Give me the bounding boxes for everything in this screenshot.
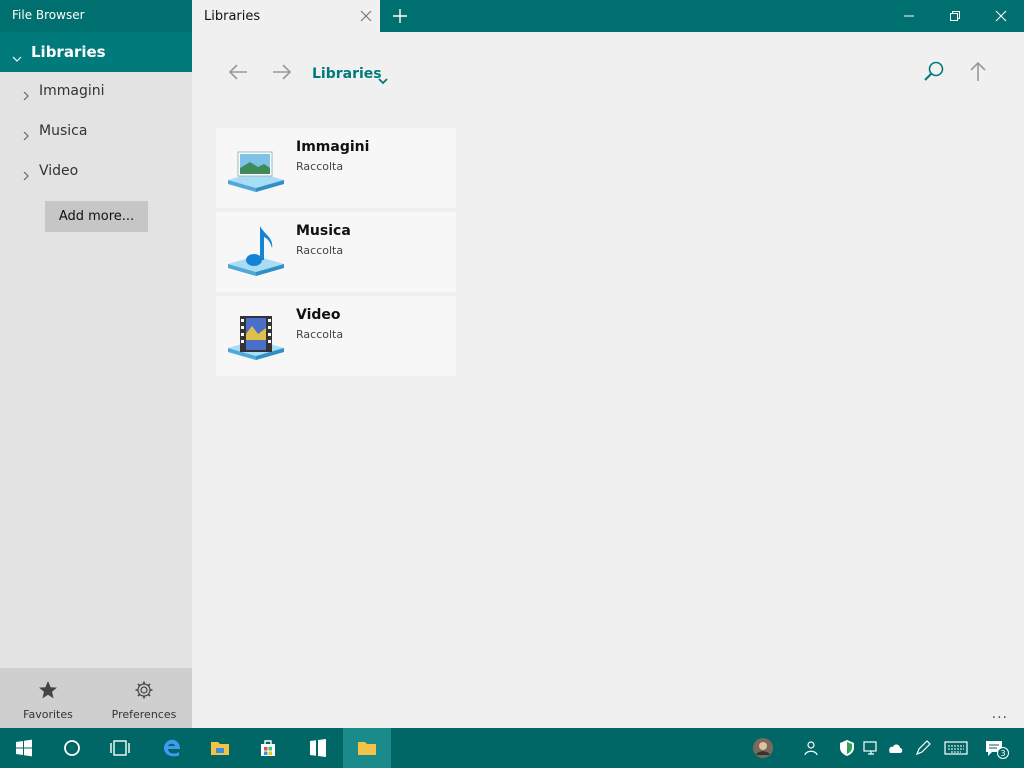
start-button[interactable] — [0, 728, 48, 768]
sidebar-item-immagini[interactable]: Immagini — [0, 72, 192, 112]
forward-button[interactable] — [270, 60, 294, 84]
sidebar-item-label: Musica — [39, 123, 88, 139]
library-type: Raccolta — [296, 328, 344, 341]
sidebar-item-musica[interactable]: Musica — [0, 112, 192, 152]
preferences-button[interactable]: Preferences — [96, 668, 192, 728]
gear-icon — [135, 681, 153, 699]
notification-count: 3 — [1000, 749, 1005, 758]
sidebar-item-libraries[interactable]: Libraries — [0, 32, 192, 72]
folder-icon — [358, 742, 376, 755]
user-avatar-icon — [753, 738, 773, 758]
sidebar-bottom-bar: Favorites Preferences — [0, 668, 192, 728]
title-bar: File Browser Libraries — [0, 0, 1024, 32]
video-icon — [226, 308, 286, 368]
arrow-up-icon — [970, 61, 986, 81]
library-name: Video — [296, 307, 341, 323]
circle-icon — [64, 740, 80, 756]
security-tray-button[interactable] — [834, 728, 860, 768]
close-tab-icon[interactable] — [358, 8, 374, 24]
up-button[interactable] — [966, 60, 990, 84]
edge-icon — [164, 739, 180, 757]
file-explorer-button[interactable] — [196, 728, 244, 768]
minimize-button[interactable] — [886, 0, 932, 32]
new-tab-button[interactable] — [390, 6, 410, 26]
onedrive-button[interactable] — [882, 728, 908, 768]
network-icon — [863, 741, 877, 755]
favorites-label: Favorites — [23, 708, 73, 721]
sidebar: Libraries Immagini Musica Video Add more… — [0, 32, 192, 728]
add-more-button[interactable]: Add more... — [45, 201, 148, 232]
library-type: Raccolta — [296, 244, 344, 257]
search-icon — [924, 61, 944, 81]
tiles-app-icon — [310, 739, 326, 757]
windows-icon — [16, 739, 32, 757]
restore-button[interactable] — [932, 0, 978, 32]
sidebar-item-label: Video — [39, 163, 79, 179]
taskbar: 3 — [0, 728, 1024, 768]
close-window-button[interactable] — [978, 0, 1024, 32]
cortana-button[interactable] — [48, 728, 96, 768]
app-title: File Browser — [12, 8, 85, 22]
file-browser-taskbar-button[interactable] — [343, 728, 391, 768]
chevron-down-icon[interactable] — [378, 70, 388, 89]
people-button[interactable] — [798, 728, 824, 768]
preferences-label: Preferences — [111, 708, 177, 721]
chevron-right-icon — [22, 86, 30, 105]
avatar[interactable] — [750, 728, 778, 768]
sidebar-item-label: Libraries — [31, 43, 106, 61]
sidebar-item-label: Immagini — [39, 83, 105, 99]
people-icon — [804, 741, 818, 756]
library-type: Raccolta — [296, 160, 344, 173]
arrow-right-icon — [273, 64, 292, 80]
library-content: Immagini Raccolta Musica Raccolta Video … — [192, 104, 1024, 728]
cloud-icon — [889, 744, 903, 753]
task-view-button[interactable] — [96, 728, 144, 768]
task-view-icon — [110, 740, 130, 756]
app-button[interactable] — [294, 728, 342, 768]
star-icon — [39, 681, 57, 699]
edge-button[interactable] — [148, 728, 196, 768]
more-options-button[interactable]: ... — [992, 706, 1008, 722]
library-card-musica[interactable]: Musica Raccolta — [216, 212, 456, 292]
chevron-down-icon — [12, 48, 22, 67]
library-card-video[interactable]: Video Raccolta — [216, 296, 456, 376]
shield-icon — [840, 740, 854, 756]
breadcrumb[interactable]: Libraries — [312, 66, 382, 82]
arrow-left-icon — [228, 64, 247, 80]
library-name: Musica — [296, 223, 351, 239]
chevron-right-icon — [22, 166, 30, 185]
keyboard-icon — [944, 741, 968, 755]
music-icon — [226, 224, 286, 284]
pen-icon — [915, 740, 931, 756]
folder-icon — [211, 742, 229, 755]
keyboard-button[interactable] — [940, 728, 970, 768]
pen-button[interactable] — [910, 728, 936, 768]
library-card-immagini[interactable]: Immagini Raccolta — [216, 128, 456, 208]
network-button[interactable] — [858, 728, 884, 768]
library-name: Immagini — [296, 139, 370, 155]
back-button[interactable] — [226, 60, 250, 84]
tab-libraries[interactable]: Libraries — [192, 0, 380, 32]
sidebar-item-video[interactable]: Video — [0, 152, 192, 192]
chevron-right-icon — [22, 126, 30, 145]
toolbar: Libraries — [192, 32, 1024, 104]
search-button[interactable] — [922, 60, 946, 84]
store-icon — [261, 740, 275, 756]
favorites-button[interactable]: Favorites — [0, 668, 96, 728]
notification-icon: 3 — [986, 741, 1009, 759]
tab-label: Libraries — [204, 9, 261, 24]
action-center-button[interactable]: 3 — [980, 728, 1010, 768]
store-button[interactable] — [244, 728, 292, 768]
pictures-icon — [226, 140, 286, 200]
